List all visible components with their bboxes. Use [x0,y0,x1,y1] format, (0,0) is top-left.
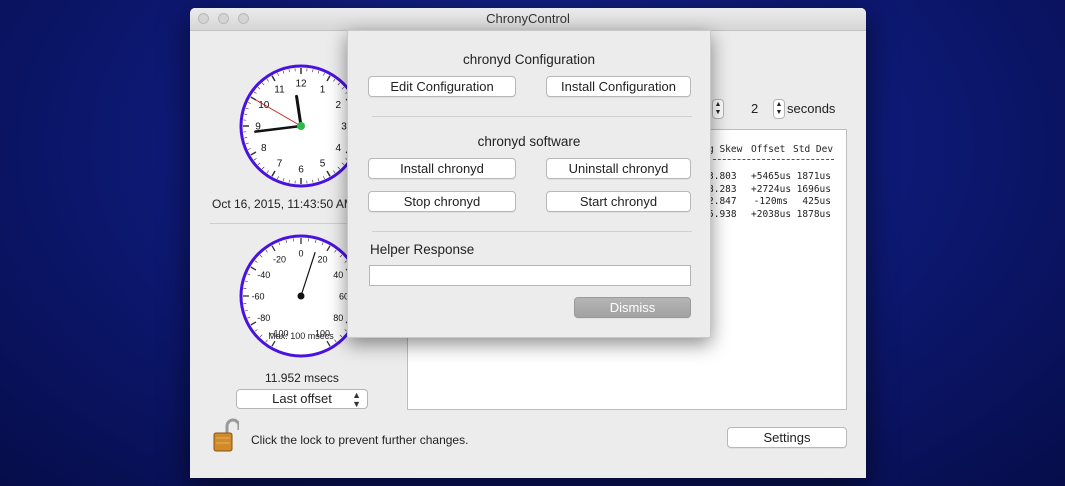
interval-unit: seconds [787,101,836,116]
table-cell: 3.803 [708,171,737,182]
table-cell: -120ms [753,196,788,207]
table-cell: 8.283 [708,183,737,195]
interval-value: 2 [751,101,759,116]
table-cell: 425us [802,196,831,207]
table-cell: +2724us [751,183,792,195]
gauge-label: -80 [257,313,270,323]
gauge-label: 0 [298,249,303,259]
helper-sheet: chronyd Configuration Edit Configuration… [347,30,711,338]
table-cell: +5465us [751,171,792,182]
table-cell: 5.938 [708,208,737,220]
date-time-label: Oct 16, 2015, 11:43:50 AM [212,197,354,211]
table-cell: 1696us [796,183,831,195]
helper-response-label: Helper Response [370,242,475,257]
title-bar: ChronyControl [190,8,866,31]
gauge-label: 20 [317,254,327,264]
sheet-separator [372,116,692,117]
sheet-separator [372,231,692,232]
clock-center-dot [297,122,305,130]
edit-configuration-button[interactable]: Edit Configuration [368,76,516,97]
header-separator [708,159,834,160]
gauge-label: -40 [257,270,270,280]
source-select-chevron-icon[interactable]: ▲ ▼ [712,99,724,119]
chevron-updown-icon: ▲ ▼ [352,390,361,409]
dismiss-button[interactable]: Dismiss [574,297,691,318]
gauge-label: -60 [251,292,264,302]
lock-icon[interactable] [213,418,239,454]
zoom-button[interactable] [238,13,249,24]
clock-number: 7 [277,159,283,170]
offset-type-select[interactable]: Last offset ▲ ▼ [236,389,368,409]
clock-number: 10 [258,100,270,111]
gauge-max-label: Max: 100 msecs [268,331,334,341]
offset-readout: 11.952 msecs [265,371,339,385]
uninstall-chronyd-button[interactable]: Uninstall chronyd [546,158,691,179]
minimize-button[interactable] [218,13,229,24]
clock-number: 1 [320,84,326,95]
interval-stepper[interactable]: ▲ ▼ [773,99,785,119]
clock-number: 11 [274,84,285,95]
clock-number: 4 [335,143,341,154]
install-chronyd-button[interactable]: Install chronyd [368,158,516,179]
stop-chronyd-button[interactable]: Stop chronyd [368,191,516,212]
install-configuration-button[interactable]: Install Configuration [546,76,691,97]
clock-number: 6 [298,165,304,176]
software-heading: chronyd software [477,134,581,149]
config-heading: chronyd Configuration [462,52,596,67]
offset-type-value: Last offset [272,391,332,406]
gauge-label: 80 [333,313,343,323]
table-cell: 1871us [796,171,831,182]
main-window: ChronyControl 12 1 2 3 4 5 6 7 8 9 10 11 Oct 16, 20… [190,8,866,478]
start-chronyd-button[interactable]: Start chronyd [546,191,691,212]
gauge-center-dot [297,292,305,300]
gauge-label: -20 [273,254,286,264]
helper-response-field[interactable] [369,265,691,286]
analog-clock: 121234567891011 [239,64,363,188]
clock-number: 12 [295,79,307,90]
gauge-label: 40 [333,270,343,280]
col-header-offset: Offset [751,144,786,155]
clock-number: 8 [261,143,267,154]
table-cell: 2.847 [708,196,737,207]
col-header-skew: g Skew [708,144,743,155]
lock-message: Click the lock to prevent further change… [251,433,469,447]
settings-button[interactable]: Settings [727,427,847,448]
clock-number: 2 [335,100,341,111]
table-cell: 1878us [796,208,831,220]
col-header-stddev: Std Dev [793,144,834,155]
table-cell: +2038us [751,208,792,220]
offset-gauge: 020406080100-20-40-60-80-100 Max: 100 ms… [239,234,363,358]
close-button[interactable] [198,13,209,24]
window-title: ChronyControl [486,11,570,26]
clock-number: 5 [320,159,326,170]
